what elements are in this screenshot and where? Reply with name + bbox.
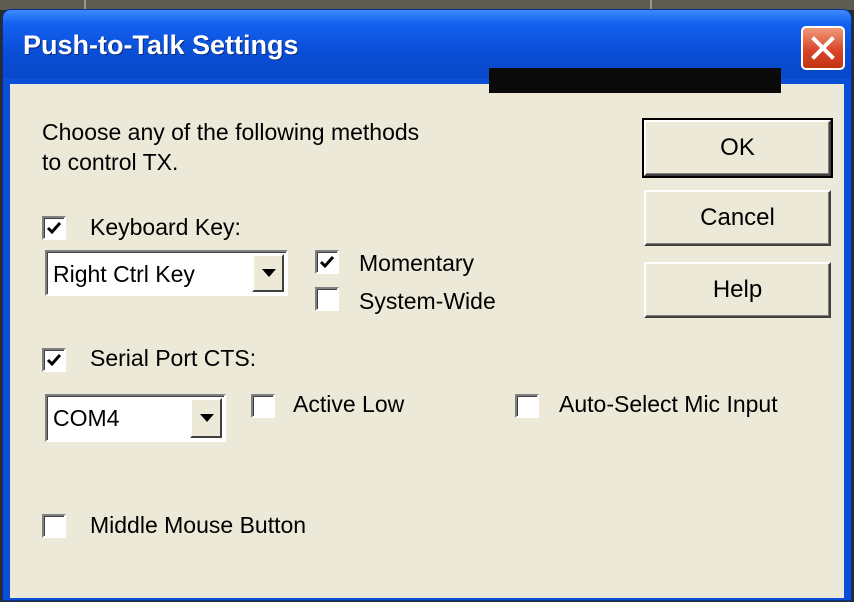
- instructions-line-1: Choose any of the following methods: [42, 119, 420, 145]
- background-divider: [650, 0, 652, 10]
- checkmark-icon: [46, 222, 62, 235]
- momentary-label[interactable]: Momentary: [359, 250, 474, 277]
- chevron-down-icon: [200, 414, 214, 422]
- serial-port-select[interactable]: COM4: [45, 394, 226, 442]
- background-divider: [84, 0, 86, 10]
- active-low-checkbox[interactable]: [251, 394, 275, 418]
- active-low-label[interactable]: Active Low: [293, 391, 404, 418]
- keyboard-key-select-value: Right Ctrl Key: [53, 261, 195, 287]
- momentary-checkbox[interactable]: [315, 250, 339, 274]
- help-button[interactable]: Help: [644, 262, 831, 318]
- checkmark-icon: [46, 354, 62, 367]
- auto-select-mic-input-label[interactable]: Auto-Select Mic Input: [559, 391, 778, 418]
- instructions-line-2: to control TX.: [42, 149, 179, 175]
- window-title: Push-to-Talk Settings: [23, 30, 299, 60]
- keyboard-key-select[interactable]: Right Ctrl Key: [45, 250, 288, 296]
- close-button[interactable]: [801, 26, 845, 70]
- middle-mouse-button-label[interactable]: Middle Mouse Button: [90, 512, 306, 539]
- background-window-edge: [0, 0, 854, 10]
- chevron-down-icon: [262, 269, 276, 277]
- serial-port-cts-label[interactable]: Serial Port CTS:: [90, 345, 256, 372]
- checkmark-icon: [319, 256, 335, 269]
- dialog-client-area: Choose any of the following methods to c…: [10, 84, 844, 598]
- cancel-button[interactable]: Cancel: [644, 190, 831, 246]
- push-to-talk-dialog: Push-to-Talk Settings Choose any of the …: [3, 10, 851, 600]
- system-wide-checkbox[interactable]: [315, 287, 339, 311]
- keyboard-key-checkbox[interactable]: [42, 216, 66, 240]
- keyboard-key-label[interactable]: Keyboard Key:: [90, 214, 241, 241]
- serial-port-cts-checkbox[interactable]: [42, 348, 66, 372]
- ok-button[interactable]: OK: [642, 118, 833, 178]
- title-bar-dark-strip: [489, 68, 781, 93]
- auto-select-mic-input-checkbox[interactable]: [515, 394, 539, 418]
- serial-port-dropdown-button[interactable]: [190, 398, 222, 438]
- serial-port-select-value: COM4: [53, 405, 120, 431]
- system-wide-label[interactable]: System-Wide: [359, 288, 496, 315]
- close-icon: [811, 36, 835, 60]
- middle-mouse-button-checkbox[interactable]: [42, 514, 66, 538]
- keyboard-key-dropdown-button[interactable]: [252, 254, 284, 292]
